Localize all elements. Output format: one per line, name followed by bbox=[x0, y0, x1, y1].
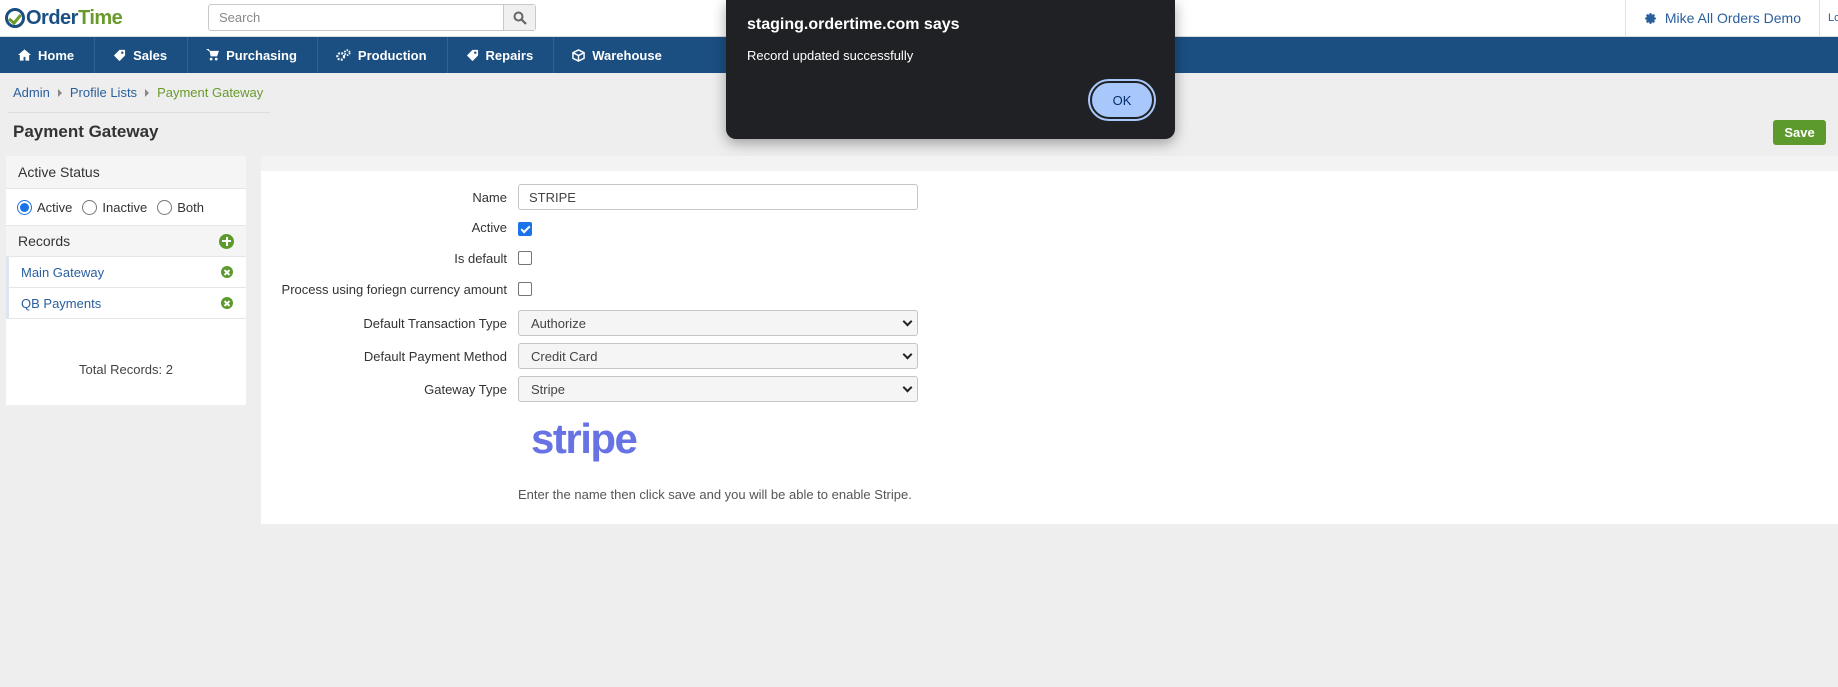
logo-text-time: Time bbox=[77, 6, 123, 29]
gear-icon bbox=[1644, 12, 1656, 24]
user-name: Mike All Orders Demo bbox=[1664, 10, 1801, 26]
status-option-inactive[interactable]: Inactive bbox=[82, 199, 148, 215]
nav-label: Sales bbox=[133, 47, 168, 63]
breadcrumb-profile-lists[interactable]: Profile Lists bbox=[70, 85, 137, 100]
nav-label: Production bbox=[357, 47, 427, 63]
active-checkbox[interactable] bbox=[518, 222, 532, 236]
radio-label: Inactive bbox=[102, 199, 148, 215]
row-foreign-currency: Process using foriegn currency amount bbox=[261, 280, 1838, 298]
tag-icon bbox=[114, 49, 126, 61]
nav-item-warehouse[interactable]: Warehouse bbox=[554, 37, 682, 73]
row-is-default: Is default bbox=[261, 249, 1838, 267]
nav-item-sales[interactable]: Sales bbox=[95, 37, 189, 73]
search-icon bbox=[513, 11, 527, 25]
nav-label: Repairs bbox=[485, 47, 534, 63]
record-item[interactable]: QB Payments bbox=[6, 288, 246, 319]
chevron-down-icon bbox=[902, 382, 913, 392]
gateway-hint-text: Enter the name then click save and you w… bbox=[518, 487, 912, 502]
search-input[interactable] bbox=[209, 5, 503, 30]
row-active: Active bbox=[261, 218, 1838, 236]
nav-label: Purchasing bbox=[226, 47, 297, 63]
select-value: Credit Card bbox=[531, 348, 598, 364]
radio-label: Active bbox=[37, 199, 73, 215]
records-title: Records bbox=[18, 233, 71, 249]
chevron-down-icon bbox=[902, 316, 913, 326]
record-link[interactable]: QB Payments bbox=[21, 296, 101, 311]
add-record-icon[interactable] bbox=[219, 233, 234, 249]
alert-dialog: staging.ordertime.com says Record update… bbox=[726, 0, 1175, 139]
wrench-icon bbox=[466, 49, 478, 61]
name-input[interactable] bbox=[518, 184, 918, 210]
records-sidebar: Active Status Active Inactive Both Recor… bbox=[6, 156, 246, 405]
breadcrumb-divider bbox=[8, 112, 270, 113]
records-header: Records bbox=[6, 225, 246, 257]
is-default-label: Is default bbox=[454, 250, 507, 266]
row-gateway-type: Gateway Type Stripe bbox=[261, 376, 1838, 402]
breadcrumb-admin[interactable]: Admin bbox=[13, 85, 50, 100]
record-link[interactable]: Main Gateway bbox=[21, 265, 104, 280]
active-label: Active bbox=[471, 219, 507, 235]
status-option-active[interactable]: Active bbox=[17, 199, 73, 215]
payment-method-label: Default Payment Method bbox=[363, 348, 507, 364]
cogs-icon bbox=[336, 48, 351, 61]
breadcrumb-arrow-icon bbox=[57, 88, 62, 97]
save-button[interactable]: Save bbox=[1773, 120, 1826, 145]
foreign-currency-label: Process using foriegn currency amount bbox=[281, 281, 507, 297]
breadcrumb: Admin Profile Lists Payment Gateway bbox=[13, 85, 263, 100]
nav-item-production[interactable]: Production bbox=[318, 37, 448, 73]
form-top-strip bbox=[261, 156, 1838, 171]
record-item[interactable]: Main Gateway bbox=[6, 257, 246, 288]
radio-active[interactable] bbox=[17, 199, 32, 215]
is-default-checkbox[interactable] bbox=[518, 251, 532, 265]
home-icon bbox=[18, 49, 31, 61]
select-value: Authorize bbox=[531, 315, 586, 331]
total-records: Total Records: 2 bbox=[79, 362, 173, 377]
transaction-type-label: Default Transaction Type bbox=[363, 315, 507, 331]
logout-link[interactable]: Logout bbox=[1820, 12, 1838, 24]
row-payment-method: Default Payment Method Credit Card bbox=[261, 343, 1838, 369]
box-icon bbox=[572, 48, 586, 62]
breadcrumb-arrow-icon bbox=[145, 88, 150, 97]
chevron-down-icon bbox=[902, 349, 913, 359]
nav-item-home[interactable]: Home bbox=[0, 37, 96, 73]
logo-check-icon bbox=[5, 8, 25, 28]
user-menu[interactable]: Mike All Orders Demo bbox=[1626, 10, 1819, 26]
gateway-type-select[interactable]: Stripe bbox=[518, 376, 918, 402]
delete-record-icon[interactable] bbox=[221, 297, 233, 309]
row-name: Name bbox=[261, 184, 1838, 210]
nav-item-repairs[interactable]: Repairs bbox=[448, 37, 555, 73]
search-box bbox=[208, 4, 536, 31]
dialog-title: staging.ordertime.com says bbox=[747, 16, 960, 33]
logo-text-order: Order bbox=[26, 6, 78, 29]
transaction-type-select[interactable]: Authorize bbox=[518, 310, 918, 336]
user-area: Mike All Orders Demo Logout bbox=[1624, 0, 1838, 36]
stripe-logo: stripe bbox=[531, 415, 638, 462]
row-transaction-type: Default Transaction Type Authorize bbox=[261, 310, 1838, 336]
nav-label: Home bbox=[38, 47, 75, 63]
breadcrumb-current: Payment Gateway bbox=[157, 85, 264, 100]
cart-icon bbox=[206, 49, 220, 61]
nav-label: Warehouse bbox=[592, 47, 662, 63]
name-label: Name bbox=[472, 189, 507, 205]
status-filter: Active Inactive Both bbox=[6, 189, 246, 225]
payment-method-select[interactable]: Credit Card bbox=[518, 343, 918, 369]
ordertime-logo[interactable]: Order Time bbox=[5, 6, 123, 30]
select-value: Stripe bbox=[531, 381, 565, 397]
page-title: Payment Gateway bbox=[13, 122, 159, 141]
gateway-type-label: Gateway Type bbox=[424, 381, 507, 397]
ok-button[interactable]: OK bbox=[1088, 79, 1156, 121]
search-button[interactable] bbox=[503, 5, 535, 30]
radio-both[interactable] bbox=[157, 199, 173, 215]
gateway-form: Name Active Is default Process using for… bbox=[261, 156, 1838, 524]
radio-label: Both bbox=[177, 199, 204, 215]
dialog-message: Record updated successfully bbox=[747, 48, 914, 63]
nav-item-purchasing[interactable]: Purchasing bbox=[188, 37, 318, 73]
radio-inactive[interactable] bbox=[82, 199, 98, 215]
active-status-header: Active Status bbox=[6, 156, 246, 189]
status-option-both[interactable]: Both bbox=[157, 199, 204, 215]
delete-record-icon[interactable] bbox=[221, 266, 233, 278]
foreign-currency-checkbox[interactable] bbox=[518, 282, 532, 296]
